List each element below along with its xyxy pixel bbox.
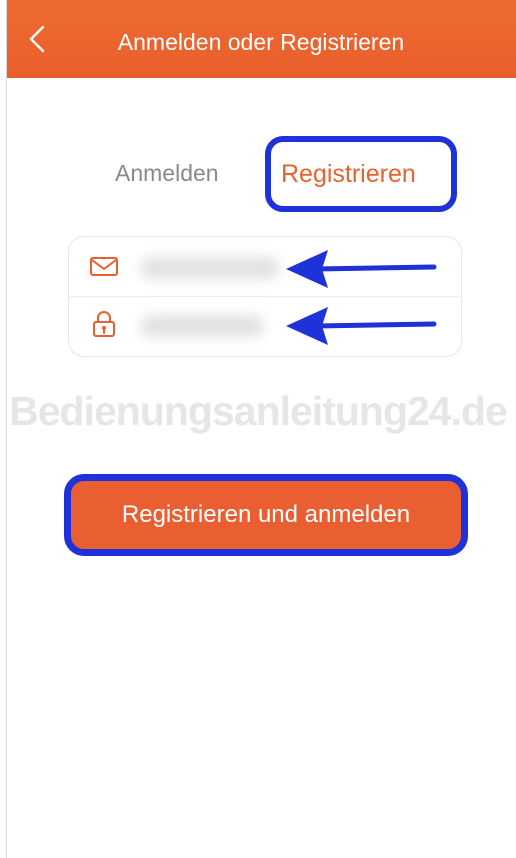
mail-icon: [90, 257, 118, 276]
email-field[interactable]: [136, 252, 286, 282]
left-edge: [0, 0, 7, 858]
register-and-login-button[interactable]: Registrieren und anmelden: [72, 483, 460, 547]
tab-register[interactable]: Registrieren: [281, 160, 416, 189]
arrow-left-icon: [286, 250, 437, 288]
tab-login[interactable]: Anmelden: [115, 160, 219, 187]
app-header: Anmelden oder Registrieren: [6, 0, 516, 78]
arrow-left-icon: [286, 307, 437, 345]
lock-icon: [93, 311, 115, 337]
watermark: Bedienungsanleitung24.de: [9, 388, 508, 434]
page-title: Anmelden oder Registrieren: [117, 29, 405, 55]
form-divider: [68, 296, 462, 297]
password-field[interactable]: [136, 310, 276, 340]
